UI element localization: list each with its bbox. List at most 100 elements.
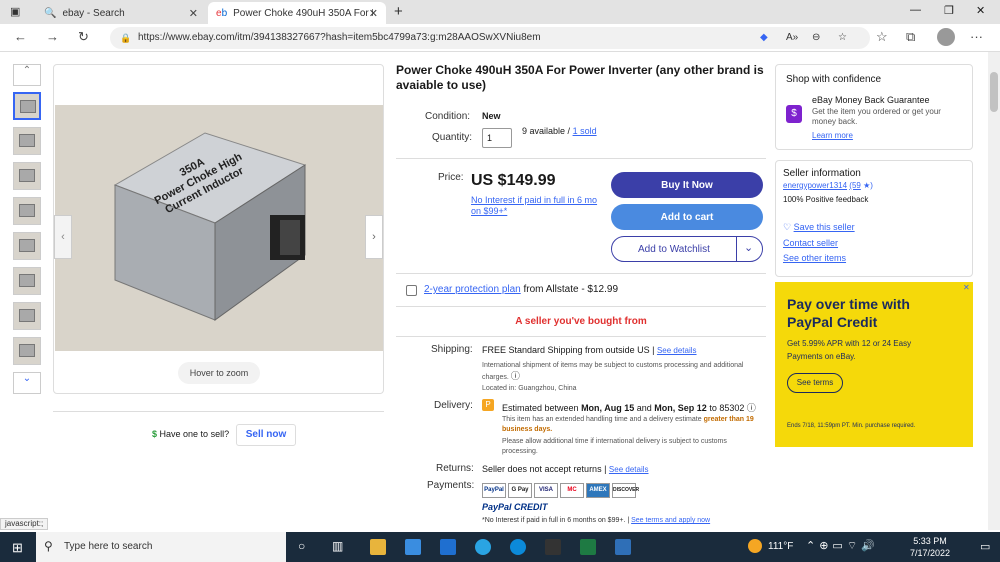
shipping-label: Shipping: (431, 344, 473, 355)
mail-icon[interactable] (440, 539, 456, 555)
condition-value: New (482, 111, 501, 121)
add-to-watchlist-button[interactable]: Add to Watchlist ⌄ (611, 236, 763, 262)
price-value: US $149.99 (471, 172, 556, 189)
customs-note: Please allow additional time if internat… (502, 438, 727, 455)
protection-checkbox[interactable] (406, 285, 417, 296)
price-label: Price: (438, 172, 464, 183)
divider (396, 158, 766, 159)
store-icon[interactable] (405, 539, 421, 555)
tab-ebay-search[interactable]: 🔍 ebay - Search ✕ (36, 2, 206, 24)
thumbnail[interactable] (13, 127, 41, 155)
paypal-icon: PayPal (482, 483, 506, 498)
contact-seller-link[interactable]: Contact seller (783, 238, 838, 248)
thumbnail[interactable] (13, 267, 41, 295)
thumb-down-button[interactable]: ⌄ (13, 372, 41, 394)
delivery-badge-icon: P (482, 399, 494, 411)
quantity-input[interactable]: 1 (482, 128, 512, 148)
financing-link[interactable]: No Interest if paid in full in 6 mo on $… (471, 195, 601, 217)
learn-more-link[interactable]: Learn more (812, 131, 853, 140)
see-details-link[interactable]: See details (657, 346, 697, 355)
tag-icon[interactable]: ◆ (760, 27, 768, 49)
edge-icon[interactable] (475, 539, 491, 555)
clock[interactable]: 5:33 PM 7/17/2022 (910, 535, 950, 559)
favorite-icon[interactable]: ☆ (838, 27, 847, 49)
feedback-score-link[interactable]: (59 (849, 181, 861, 190)
thumbnail[interactable] (13, 162, 41, 190)
returns-value: Seller does not accept returns | See det… (482, 464, 649, 474)
thumb-up-button[interactable]: ⌃ (13, 64, 41, 86)
thumbnail[interactable] (13, 197, 41, 225)
photos-icon[interactable] (615, 539, 631, 555)
thumbnail[interactable] (13, 232, 41, 260)
browser-toolbar: ← → ↻ 🔒 https://www.ebay.com/itm/3941383… (0, 24, 1000, 52)
prev-image-button[interactable]: ‹ (54, 215, 72, 259)
location: Located in: Guangzhou, China (482, 385, 577, 392)
heart-icon: ♡ (783, 222, 792, 232)
more-icon[interactable]: ··· (970, 29, 983, 44)
sell-now-button[interactable]: Sell now (236, 424, 296, 446)
app-icon[interactable] (545, 539, 561, 555)
weather-icon (748, 539, 762, 553)
next-image-button[interactable]: › (365, 215, 383, 259)
mastercard-icon: MC (560, 483, 584, 498)
scroll-thumb[interactable] (990, 72, 998, 112)
see-details-link[interactable]: See details (609, 465, 649, 474)
chevron-down-icon[interactable]: ⌄ (744, 241, 753, 254)
other-items-link[interactable]: See other items (783, 253, 846, 263)
refresh-icon[interactable]: ↻ (78, 29, 89, 45)
back-icon[interactable]: ← (14, 29, 27, 44)
zoom-icon[interactable]: ⊖ (812, 27, 820, 49)
forward-icon[interactable]: → (46, 29, 59, 44)
taskbar-search-box[interactable]: ⚲ Type here to search (36, 532, 286, 562)
thumbnail[interactable] (13, 92, 41, 120)
seller-name-link[interactable]: energypower1314 (783, 181, 847, 190)
info-icon[interactable]: ⓘ (511, 371, 520, 381)
window-menu-icon[interactable]: ▣ (10, 5, 20, 18)
profile-avatar[interactable] (937, 28, 955, 46)
windows-start-icon[interactable]: ⊞ (12, 540, 23, 556)
close-icon[interactable]: ✕ (369, 7, 378, 20)
shield-icon: $ (786, 105, 802, 123)
add-to-cart-button[interactable]: Add to cart (611, 204, 763, 230)
notifications-icon[interactable]: ▭ (980, 540, 990, 553)
page-scrollbar[interactable] (988, 52, 1000, 530)
new-tab-icon[interactable]: + (394, 3, 403, 20)
collections-icon[interactable]: ⧉ (906, 29, 915, 45)
thumbnail[interactable] (13, 302, 41, 330)
task-view-icon[interactable]: ▥ (332, 539, 343, 553)
inductor-illustration (113, 132, 307, 321)
favorites-icon[interactable]: ☆ (876, 29, 888, 45)
tab-product[interactable]: eb Power Choke 490uH 350A For Po ✕ (208, 2, 386, 24)
excel-icon[interactable] (580, 539, 596, 555)
close-icon[interactable]: ✕ (189, 7, 198, 20)
minimize-icon[interactable]: — (910, 4, 921, 16)
ad-close-icon[interactable]: ✕ (963, 283, 970, 292)
save-seller[interactable]: ♡ Save this seller (783, 222, 855, 233)
address-bar[interactable]: 🔒 https://www.ebay.com/itm/394138327667?… (110, 27, 870, 49)
lock-icon: 🔒 (120, 33, 132, 43)
see-terms-button[interactable]: See terms (787, 373, 843, 393)
info-icon[interactable]: ⓘ (747, 403, 756, 413)
divider (396, 336, 766, 337)
delivery-estimate: Estimated between Mon, Aug 15 and Mon, S… (502, 403, 756, 413)
gpay-icon: G Pay (508, 483, 532, 498)
read-aloud-icon[interactable]: A» (786, 27, 798, 49)
file-explorer-icon[interactable] (370, 539, 386, 555)
product-image[interactable]: 350A Power Choke High Current Inductor (55, 105, 383, 351)
paypal-credit-ad[interactable]: ✕ Pay over time with PayPal Credit Get 5… (775, 282, 973, 447)
protection-link[interactable]: 2-year protection plan (424, 284, 521, 295)
thumbnail[interactable] (13, 337, 41, 365)
guarantee-text: Get the item you ordered or get your mon… (812, 107, 941, 126)
maximize-icon[interactable]: ❐ (944, 4, 954, 17)
edge-active-icon[interactable] (510, 539, 526, 555)
cortana-icon[interactable]: ○ (298, 539, 305, 553)
weather-temp[interactable]: 111°F (768, 541, 793, 552)
guarantee-title: eBay Money Back Guarantee (812, 95, 930, 105)
taskbar: ⊞ ⚲ Type here to search ○ ▥ 111°F ⌃⊕▭⌔🔊 … (0, 532, 1000, 562)
sold-link[interactable]: 1 sold (573, 126, 597, 136)
buy-it-now-button[interactable]: Buy It Now (611, 172, 763, 198)
system-tray-icons[interactable]: ⌃⊕▭⌔🔊 (806, 539, 879, 553)
search-placeholder: Type here to search (64, 541, 153, 552)
paypal-terms-link[interactable]: See terms and apply now (631, 517, 710, 524)
close-window-icon[interactable]: ✕ (976, 4, 985, 17)
